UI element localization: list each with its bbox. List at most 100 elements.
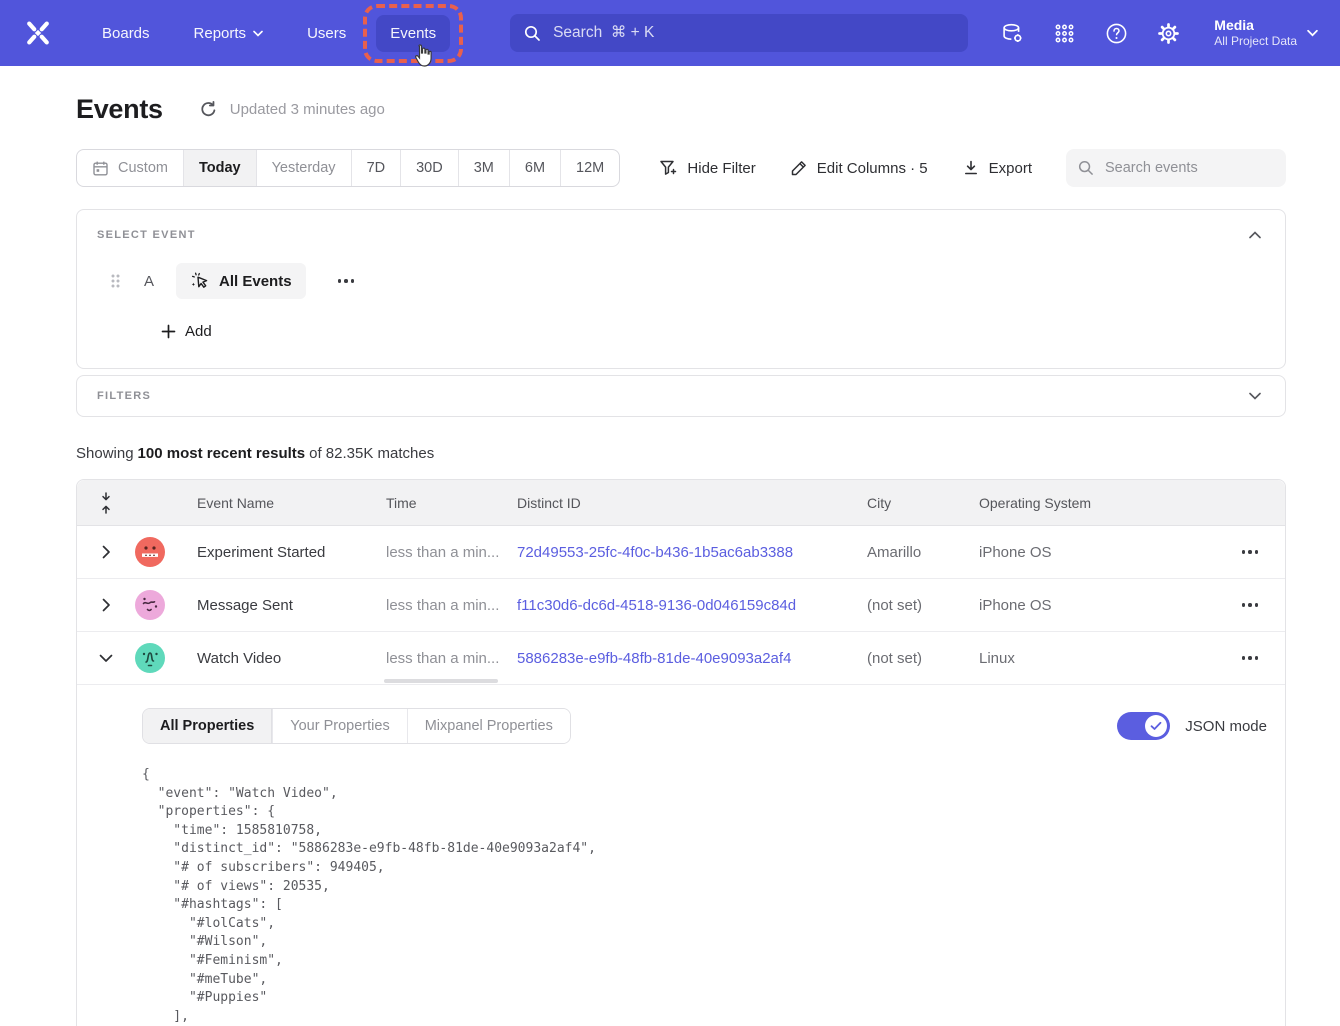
help-icon[interactable] xyxy=(1104,21,1128,45)
event-name: Message Sent xyxy=(197,597,386,614)
date-range-custom[interactable]: Custom xyxy=(77,150,183,186)
chevron-right-icon xyxy=(102,545,111,559)
col-operating-system: Operating System xyxy=(979,495,1215,511)
chevron-up-icon xyxy=(1249,231,1261,239)
event-os: Linux xyxy=(979,650,1215,667)
select-event-heading: SELECT EVENT xyxy=(97,229,196,241)
event-detail-panel: All Properties Your Properties Mixpanel … xyxy=(77,685,1285,1026)
date-range-today[interactable]: Today xyxy=(183,150,256,186)
table-tools: Hide Filter Edit Columns · 5 Export xyxy=(659,149,1286,187)
event-row-letter: A xyxy=(144,273,154,290)
events-table: Event Name Time Distinct ID City Operati… xyxy=(76,479,1286,1026)
event-name: Experiment Started xyxy=(197,544,386,561)
event-name: Watch Video xyxy=(197,650,386,667)
export-button[interactable]: Export xyxy=(962,159,1032,177)
event-time: less than a min... xyxy=(386,597,517,614)
global-search-input[interactable] xyxy=(551,23,954,43)
date-range-7d[interactable]: 7D xyxy=(351,150,401,186)
search-icon xyxy=(1078,160,1094,176)
distinct-id-link[interactable]: 72d49553-25fc-4f0c-b436-1b5ac6ab3388 xyxy=(517,544,867,561)
col-time: Time xyxy=(386,495,517,511)
global-search[interactable] xyxy=(510,14,968,52)
results-summary: Showing 100 most recent results of 82.35… xyxy=(76,445,1286,462)
event-avatar xyxy=(135,590,165,620)
download-icon xyxy=(962,159,980,177)
event-selector-chip[interactable]: All Events xyxy=(176,263,306,299)
json-mode-toggle[interactable] xyxy=(1117,712,1170,740)
collapse-panel-button[interactable] xyxy=(1245,227,1265,243)
col-city: City xyxy=(867,495,979,511)
search-icon xyxy=(524,25,541,42)
add-event-button[interactable]: Add xyxy=(161,323,212,340)
filters-heading: FILTERS xyxy=(97,390,151,402)
tab-all-properties[interactable]: All Properties xyxy=(143,709,272,743)
expand-row-button[interactable] xyxy=(77,598,135,612)
tab-your-properties[interactable]: Your Properties xyxy=(272,709,406,743)
mixpanel-logo-icon xyxy=(23,18,53,48)
date-range-30d[interactable]: 30D xyxy=(400,150,458,186)
event-time: less than a min... xyxy=(386,544,517,561)
distinct-id-link[interactable]: 5886283e-e9fb-48fb-81de-40e9093a2af4 xyxy=(517,650,867,667)
chevron-down-icon xyxy=(99,654,113,663)
expand-row-button[interactable] xyxy=(77,545,135,559)
hide-filter-button[interactable]: Hide Filter xyxy=(659,159,755,177)
nav-item-events[interactable]: Events xyxy=(376,15,450,52)
project-scope: All Project Data xyxy=(1214,34,1297,50)
col-event-name: Event Name xyxy=(197,495,386,511)
event-avatar xyxy=(135,537,165,567)
nav-item-users[interactable]: Users xyxy=(293,15,360,52)
project-selector[interactable]: Media All Project Data xyxy=(1214,16,1318,50)
search-events-box[interactable] xyxy=(1066,149,1286,187)
date-range-yesterday[interactable]: Yesterday xyxy=(256,150,351,186)
date-range-control: Custom Today Yesterday 7D 30D 3M 6M 12M xyxy=(76,149,620,187)
event-city: (not set) xyxy=(867,597,979,614)
nav-item-reports[interactable]: Reports xyxy=(180,15,278,52)
edit-columns-button[interactable]: Edit Columns · 5 xyxy=(790,159,928,177)
chevron-down-icon xyxy=(1307,29,1318,37)
table-row-expanded[interactable]: Watch Video less than a min... 5886283e-… xyxy=(77,632,1285,685)
apps-grid-icon[interactable] xyxy=(1052,21,1076,45)
toggle-knob xyxy=(1145,715,1167,737)
horizontal-scrollbar-thumb[interactable] xyxy=(384,679,498,683)
event-row: A All Events xyxy=(97,263,1265,299)
date-range-6m[interactable]: 6M xyxy=(509,150,560,186)
check-icon xyxy=(1150,721,1162,731)
event-cursor-sparkle-icon xyxy=(190,271,210,291)
mixpanel-logo[interactable] xyxy=(22,17,54,49)
controls-row: Custom Today Yesterday 7D 30D 3M 6M 12M … xyxy=(76,149,1286,187)
title-row: Events Updated 3 minutes ago xyxy=(76,94,1286,125)
search-events-input[interactable] xyxy=(1103,159,1274,177)
refresh-button[interactable] xyxy=(199,100,218,119)
date-range-12m[interactable]: 12M xyxy=(560,150,619,186)
event-city: (not set) xyxy=(867,650,979,667)
properties-tabs: All Properties Your Properties Mixpanel … xyxy=(142,708,571,744)
distinct-id-link[interactable]: f11c30d6-dc6d-4518-9136-0d046159c84d xyxy=(517,597,867,614)
event-options-icon[interactable] xyxy=(332,273,361,289)
settings-gear-icon[interactable] xyxy=(1156,21,1180,45)
nav-item-boards[interactable]: Boards xyxy=(88,15,164,52)
event-city: Amarillo xyxy=(867,544,979,561)
event-json-view: { "event": "Watch Video", "properties": … xyxy=(142,766,1285,1026)
plus-icon xyxy=(161,324,176,339)
refresh-icon xyxy=(199,100,218,119)
row-options-icon[interactable] xyxy=(1234,595,1267,615)
row-options-icon[interactable] xyxy=(1234,648,1267,668)
drag-handle-icon[interactable] xyxy=(110,273,120,289)
data-management-icon[interactable] xyxy=(1000,21,1024,45)
primary-nav: Boards Reports Users Events xyxy=(88,15,478,52)
tab-mixpanel-properties[interactable]: Mixpanel Properties xyxy=(407,709,570,743)
updated-timestamp: Updated 3 minutes ago xyxy=(230,101,385,118)
expand-collapse-icon xyxy=(99,491,113,515)
table-row[interactable]: Experiment Started less than a min... 72… xyxy=(77,526,1285,579)
project-name: Media xyxy=(1214,16,1297,34)
expand-filters-button[interactable] xyxy=(1245,388,1265,404)
table-row[interactable]: Message Sent less than a min... f11c30d6… xyxy=(77,579,1285,632)
date-range-3m[interactable]: 3M xyxy=(458,150,509,186)
chevron-right-icon xyxy=(102,598,111,612)
expand-all-rows-button[interactable] xyxy=(77,491,135,515)
chevron-down-icon xyxy=(1249,392,1261,400)
top-navbar: Boards Reports Users Events xyxy=(0,0,1340,66)
filters-panel[interactable]: FILTERS xyxy=(76,375,1286,417)
collapse-row-button[interactable] xyxy=(77,654,135,663)
row-options-icon[interactable] xyxy=(1234,542,1267,562)
